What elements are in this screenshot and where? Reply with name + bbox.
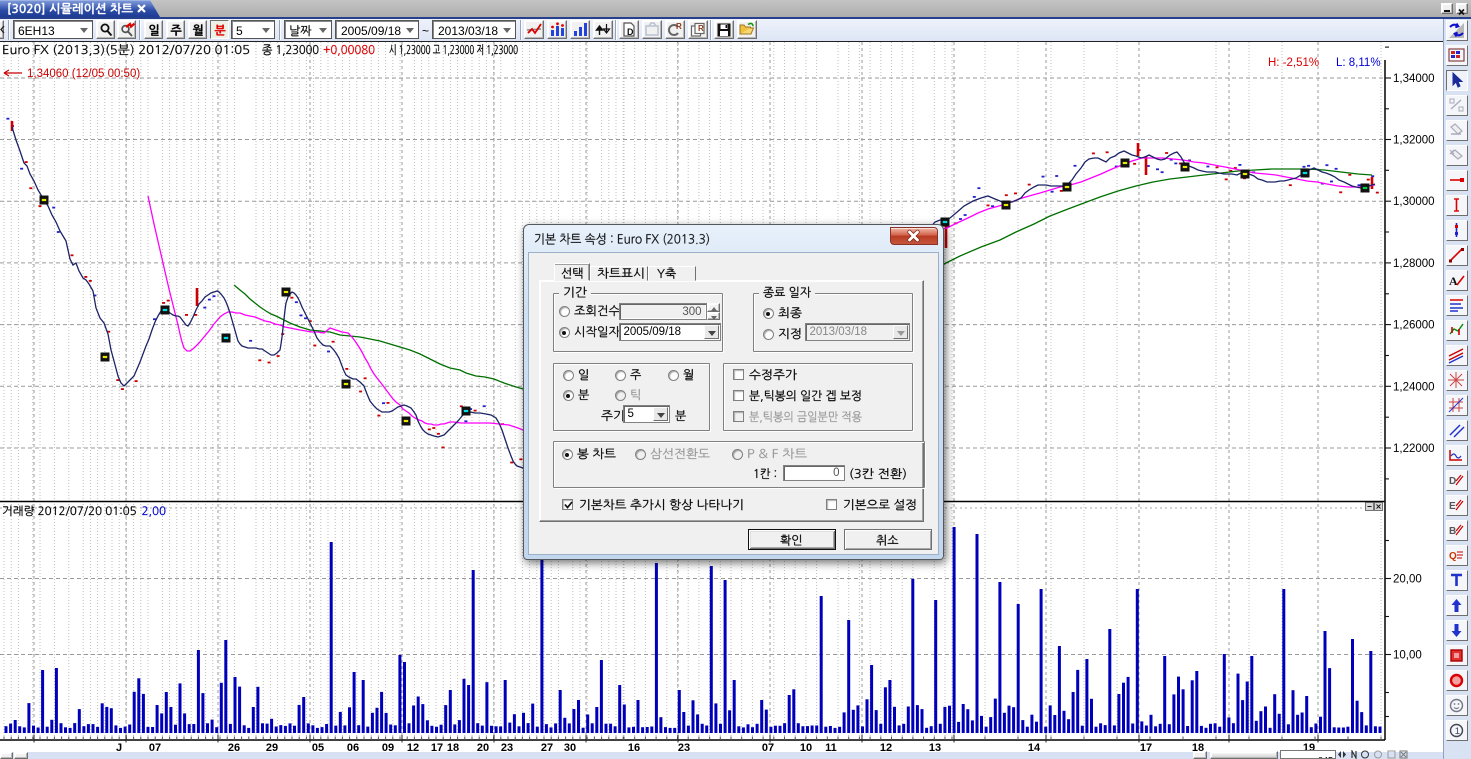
svg-text:B: B	[1449, 526, 1456, 537]
svg-text:A: A	[1449, 274, 1458, 288]
svg-text:1,28000: 1,28000	[1393, 258, 1435, 270]
svg-text:H: -2,51%: H: -2,51%	[1268, 57, 1319, 69]
svg-text:1,26000: 1,26000	[1393, 320, 1435, 332]
svg-text:Q: Q	[1449, 551, 1457, 562]
svg-text:R: R	[676, 22, 682, 31]
svg-text:1,34060 (12/05 00:50): 1,34060 (12/05 00:50)	[27, 68, 140, 80]
svg-text:20,00: 20,00	[1393, 574, 1422, 586]
svg-text:1,22000: 1,22000	[1393, 443, 1435, 455]
svg-text:1,30000: 1,30000	[1393, 196, 1435, 208]
svg-text:10,00: 10,00	[1393, 650, 1422, 662]
svg-text:1,34000: 1,34000	[1393, 73, 1435, 85]
svg-text:R: R	[698, 24, 704, 33]
svg-text:1: 1	[1455, 726, 1460, 737]
svg-text:E: E	[1449, 501, 1456, 512]
svg-text:1,32000: 1,32000	[1393, 135, 1435, 147]
svg-text:D: D	[627, 27, 634, 37]
svg-text:D: D	[1449, 476, 1456, 487]
svg-text:L: 8,11%: L: 8,11%	[1336, 57, 1381, 69]
svg-text:1,24000: 1,24000	[1393, 381, 1435, 393]
